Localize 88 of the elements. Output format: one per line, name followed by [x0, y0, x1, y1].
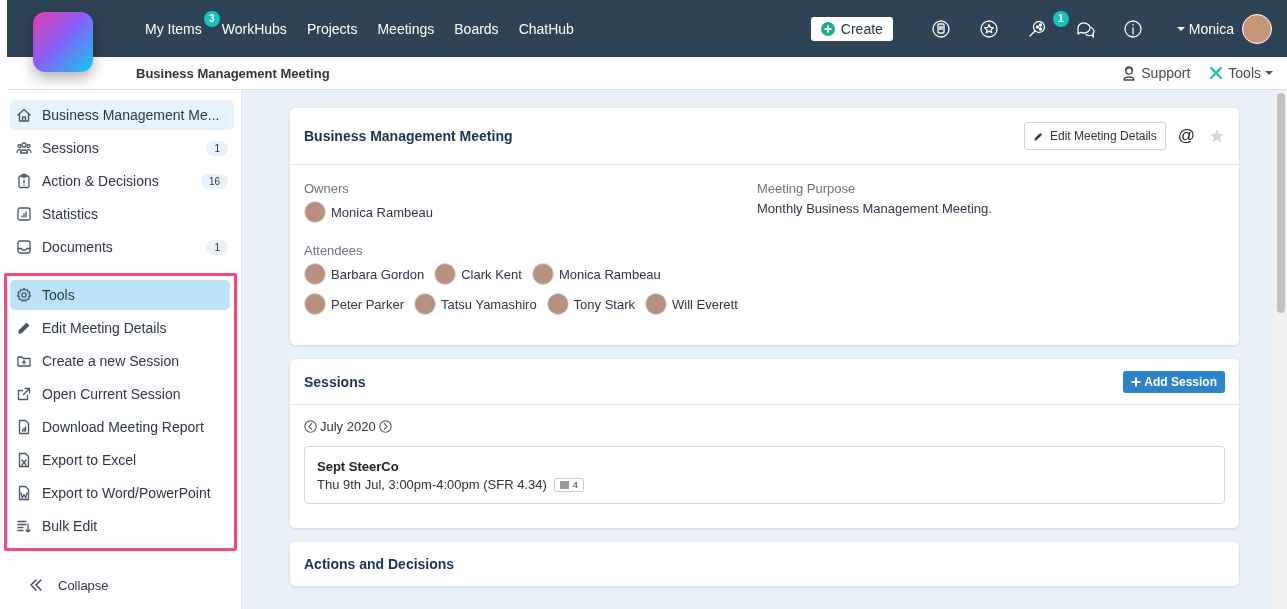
star-circle-icon [978, 18, 999, 39]
gear-icon [16, 287, 32, 303]
session-card[interactable]: Sept SteerCo Thu 9th Jul, 3:00pm-4:00pm (SFR 4.34) 4 [304, 446, 1225, 504]
avatar [434, 263, 457, 285]
clipboard-icon [16, 173, 32, 189]
session-time: Thu 9th Jul, 3:00pm-4:00pm (SFR 4.34) [317, 477, 547, 492]
avatar [546, 293, 569, 315]
nav-link[interactable]: ChatHub [508, 20, 584, 37]
caret-icon [1265, 70, 1273, 76]
star-icon[interactable] [1209, 128, 1225, 144]
sidebar-item[interactable]: Statistics [10, 199, 234, 229]
person-name: Tatsu Yamashiro [441, 296, 537, 312]
menu-item[interactable]: Open Current Session [10, 379, 230, 409]
folder-plus-icon [16, 353, 32, 369]
collapse-button[interactable]: Collapse [10, 577, 234, 593]
avatar [531, 263, 554, 285]
card-title: Sessions [304, 373, 366, 390]
user-avatar[interactable] [1242, 13, 1272, 44]
tools-menu-button[interactable]: Tools [1208, 65, 1273, 81]
info-icon [1122, 18, 1143, 39]
plus-circle-icon [820, 21, 835, 36]
home-icon [16, 107, 32, 123]
count-badge: 16 [200, 173, 228, 189]
menu-item[interactable]: Download Meeting Report [10, 412, 230, 442]
page-title: Business Management Meeting [136, 65, 330, 81]
person-name: Tony Stark [573, 296, 636, 312]
avatar [304, 263, 326, 285]
field-label: Meeting Purpose [757, 181, 857, 196]
excel-file-icon [16, 452, 32, 468]
card-title: Business Management Meeting [304, 128, 513, 144]
people-icon [16, 140, 32, 156]
sidebar-item[interactable]: Action & Decisions 16 [10, 166, 234, 196]
inbox-icon [16, 239, 32, 255]
avatar [304, 201, 326, 223]
month-label: July 2020 [320, 419, 376, 434]
mention-button[interactable]: @ [1177, 126, 1195, 146]
pencil-icon [1033, 130, 1044, 142]
chevron-left-circle-icon [304, 420, 317, 433]
notification-badge: 3 [203, 10, 220, 27]
caret-icon [1176, 25, 1185, 32]
person-name: Peter Parker [331, 296, 404, 312]
support-link[interactable]: Support [1121, 65, 1191, 81]
sort-list-icon [16, 518, 32, 534]
chevron-right-circle-icon [378, 420, 392, 433]
user-name[interactable]: Monica [1188, 20, 1234, 37]
word-file-icon [16, 485, 32, 501]
count-badge: 1 [206, 140, 228, 156]
menu-item[interactable]: Create a new Session [10, 346, 230, 376]
report-file-icon [16, 419, 32, 435]
bar-chart-icon [16, 206, 32, 222]
menu-item[interactable]: Edit Meeting Details [10, 313, 230, 343]
nav-link[interactable]: Meetings [367, 20, 445, 37]
add-session-button[interactable]: Add Session [1123, 370, 1225, 393]
sidebar-item[interactable]: Sessions 1 [10, 133, 234, 163]
session-name: Sept SteerCo [317, 459, 400, 474]
pencil-icon [16, 320, 32, 336]
avatar [414, 293, 436, 315]
edit-button[interactable]: Edit Meeting Details [1024, 122, 1166, 150]
support-agent-icon [1121, 65, 1138, 81]
person-name: Clark Kent [461, 266, 522, 282]
person-name: Barbara Gordon [331, 266, 425, 282]
person-name: Monica Rambeau [558, 266, 661, 282]
create-button[interactable]: Create [810, 16, 893, 41]
nav-link[interactable]: Projects [296, 20, 368, 37]
app-logo[interactable] [33, 12, 93, 72]
double-chevron-left-icon [28, 577, 44, 593]
field-label: Attendees [304, 243, 364, 258]
menu-item[interactable]: Bulk Edit [10, 511, 230, 541]
person-name: Will Everett [672, 296, 738, 312]
sidebar-item[interactable]: Documents 1 [10, 232, 234, 262]
document-sync-icon [930, 18, 951, 39]
sidebar-item[interactable]: Business Management Me... [10, 100, 234, 130]
sidebar-item[interactable]: Tools [10, 280, 230, 310]
notification-badge: 1 [1052, 10, 1069, 27]
field-value: Monthly Business Management Meeting. [757, 201, 993, 216]
external-link-icon [16, 386, 32, 402]
count-badge: 1 [206, 239, 228, 255]
menu-item[interactable]: Export to Word/PowerPoint [10, 478, 230, 508]
nav-link[interactable]: Boards [444, 20, 509, 37]
card-title: Actions and Decisions [304, 556, 455, 572]
person-name: Monica Rambeau [331, 204, 433, 220]
plus-icon [1131, 376, 1142, 387]
scrollbar[interactable] [1275, 90, 1287, 609]
avatar [304, 293, 326, 315]
item-count-tag: 4 [553, 477, 584, 492]
avatar [645, 293, 668, 315]
field-label: Owners [304, 181, 350, 196]
menu-item[interactable]: Export to Excel [10, 445, 230, 475]
